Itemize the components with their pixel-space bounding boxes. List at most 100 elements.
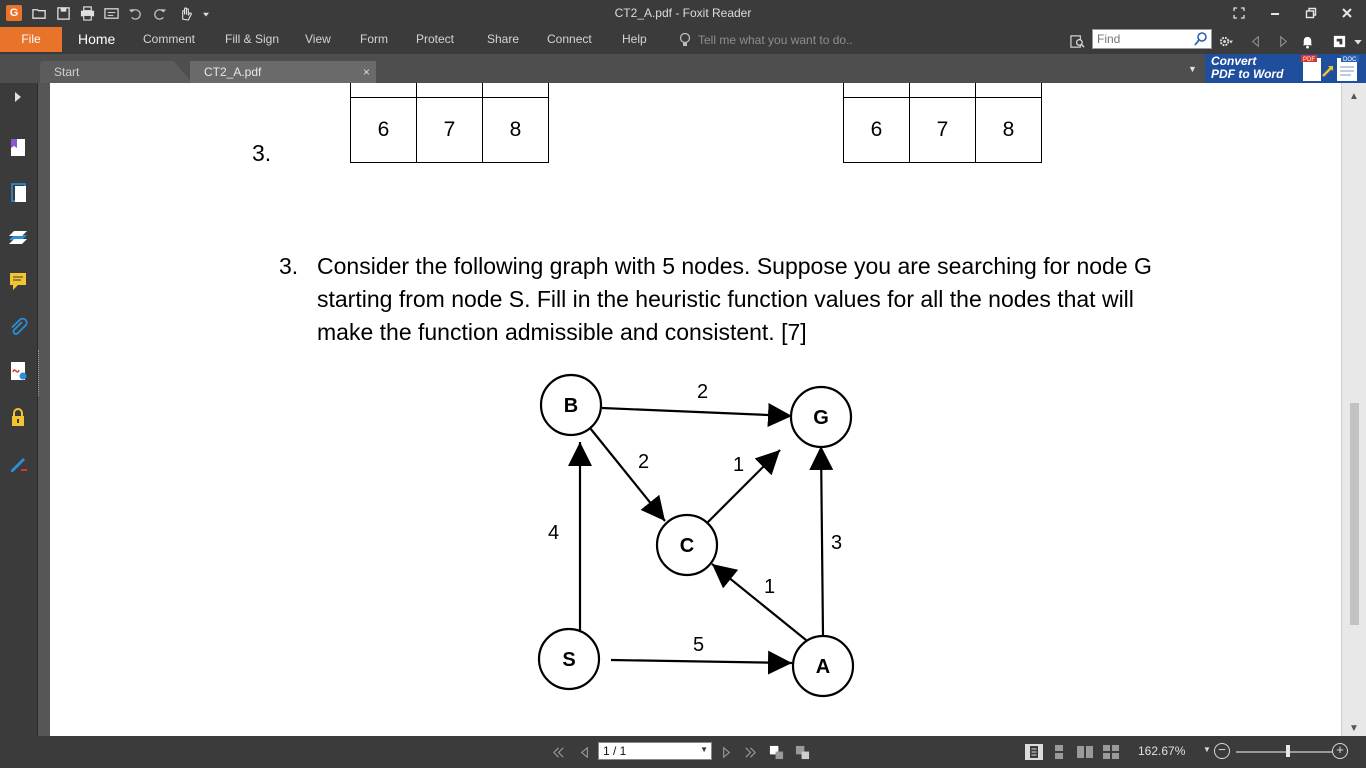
zoom-slider-track[interactable] (1236, 751, 1332, 753)
svg-text:DOC: DOC (1343, 57, 1357, 63)
tab-start-label: Start (54, 65, 80, 79)
single-page-view-icon[interactable] (1025, 744, 1043, 760)
page-thumbnails-icon[interactable] (6, 181, 30, 205)
convert-line-1: Convert (1211, 54, 1257, 68)
tab-current-label: CT2_A.pdf (204, 65, 262, 79)
graph-node-a: A (791, 634, 855, 698)
graph-nodes-layer: 2 2 1 4 3 1 5 B G C S A (520, 368, 880, 708)
first-page-icon[interactable] (550, 744, 566, 760)
tell-me-placeholder: Tell me what you want to do.. (698, 33, 853, 47)
table-cell: 8 (975, 96, 1042, 163)
layers-icon[interactable] (6, 225, 30, 249)
content-editing-icon[interactable] (6, 451, 30, 475)
tab-share[interactable]: Share (487, 32, 519, 46)
continuous-view-icon[interactable] (1050, 744, 1068, 760)
tab-connect[interactable]: Connect (547, 32, 592, 46)
find-input[interactable] (1093, 30, 1189, 48)
fullscreen-icon[interactable] (1224, 2, 1254, 24)
convert-line-2: PDF to Word (1211, 67, 1284, 81)
ribbon-options-icon[interactable] (1352, 32, 1364, 50)
vertical-scrollbar[interactable]: ▲ ▼ (1341, 83, 1366, 736)
table-cell: 6 (843, 96, 910, 163)
bookmarks-icon[interactable] (6, 135, 30, 159)
expand-panel-icon[interactable] (6, 85, 30, 109)
facing-view-icon[interactable] (1076, 744, 1094, 760)
table-cell: 7 (416, 96, 483, 163)
lightbulb-icon (679, 32, 691, 46)
table-cell: 6 (350, 96, 417, 163)
question-number: 3. (279, 253, 299, 279)
section-number: 3. (252, 140, 272, 166)
signature-panel-icon[interactable] (6, 359, 30, 383)
tab-protect[interactable]: Protect (416, 32, 454, 46)
previous-result-icon[interactable] (1246, 32, 1264, 50)
question-text: Consider the following graph with 5 node… (317, 253, 1152, 345)
continuous-facing-view-icon[interactable] (1102, 744, 1120, 760)
graph-node-s: S (537, 627, 601, 691)
page-number-field[interactable]: ▼ (598, 742, 712, 760)
zoom-slider-handle[interactable] (1286, 745, 1290, 757)
svg-text:C: C (680, 535, 694, 557)
panel-resize-grip[interactable] (38, 350, 41, 396)
tab-help[interactable]: Help (622, 32, 647, 46)
page-number-input[interactable] (599, 743, 695, 759)
close-icon[interactable] (1332, 2, 1362, 24)
tab-start[interactable]: Start (40, 61, 192, 83)
tab-list-dropdown-icon[interactable]: ▼ (1188, 64, 1197, 74)
convert-pdf-to-word-banner[interactable]: Convert PDF to Word PDF DOC (1205, 54, 1366, 83)
next-view-icon[interactable] (794, 744, 810, 760)
notification-bell-icon[interactable] (1298, 32, 1316, 50)
scroll-down-icon[interactable]: ▼ (1349, 723, 1359, 734)
document-tab-bar: Start CT2_A.pdf × ▼ (0, 54, 1366, 83)
minimize-icon[interactable] (1260, 2, 1290, 24)
edge-weight: 1 (733, 454, 744, 476)
zoom-in-icon[interactable]: + (1332, 743, 1348, 759)
graph-node-g: G (789, 385, 853, 449)
edge-weight: 2 (697, 381, 708, 403)
tab-home[interactable]: Home (78, 31, 115, 47)
edge-weight: 4 (548, 522, 559, 544)
zoom-out-icon[interactable]: − (1214, 743, 1230, 759)
graph-node-b: B (539, 373, 603, 437)
scrollbar-thumb[interactable] (1350, 403, 1359, 625)
zoom-dropdown-icon[interactable]: ▼ (1203, 745, 1211, 754)
previous-page-icon[interactable] (576, 744, 592, 760)
tab-form[interactable]: Form (360, 32, 388, 46)
attachments-icon[interactable] (6, 315, 30, 339)
window-title: CT2_A.pdf - Foxit Reader (614, 6, 752, 20)
navigation-panel (0, 83, 37, 736)
previous-view-icon[interactable] (768, 744, 784, 760)
security-lock-icon[interactable] (6, 405, 30, 429)
edge-weight: 5 (693, 634, 704, 656)
zoom-level[interactable]: 162.67% (1138, 744, 1185, 758)
advanced-search-icon[interactable] (1068, 32, 1086, 50)
tab-current-document[interactable]: CT2_A.pdf × (190, 61, 376, 83)
account-icon[interactable] (1330, 32, 1348, 50)
next-result-icon[interactable] (1274, 32, 1292, 50)
table-cell: 8 (482, 96, 549, 163)
restore-icon[interactable] (1296, 2, 1326, 24)
status-bar: ▼ 162.67% ▼ − + (0, 736, 1366, 768)
panel-divider[interactable] (37, 83, 50, 736)
comments-icon[interactable] (6, 269, 30, 293)
table-left: 6 7 8 (350, 83, 549, 163)
file-tab[interactable]: File (0, 27, 62, 52)
svg-text:B: B (564, 395, 578, 417)
tab-fill-sign[interactable]: Fill & Sign (225, 32, 279, 46)
edge-weight: 3 (831, 532, 842, 554)
search-settings-icon[interactable] (1216, 32, 1234, 50)
edge-weight: 2 (638, 451, 649, 473)
scroll-up-icon[interactable]: ▲ (1349, 91, 1359, 102)
find-field[interactable] (1092, 29, 1212, 49)
tab-comment[interactable]: Comment (143, 32, 195, 46)
svg-text:S: S (562, 649, 575, 671)
close-tab-icon[interactable]: × (363, 61, 370, 83)
next-page-icon[interactable] (718, 744, 734, 760)
tab-view[interactable]: View (305, 32, 331, 46)
tell-me-search[interactable]: Tell me what you want to do.. (678, 31, 853, 49)
edge-weight: 1 (764, 576, 775, 598)
page-dropdown-icon[interactable]: ▼ (700, 745, 708, 754)
search-icon[interactable] (1193, 31, 1209, 47)
pdf-page[interactable]: 6 7 8 6 7 8 3. 3. Consider the following… (50, 83, 1341, 736)
last-page-icon[interactable] (742, 744, 758, 760)
